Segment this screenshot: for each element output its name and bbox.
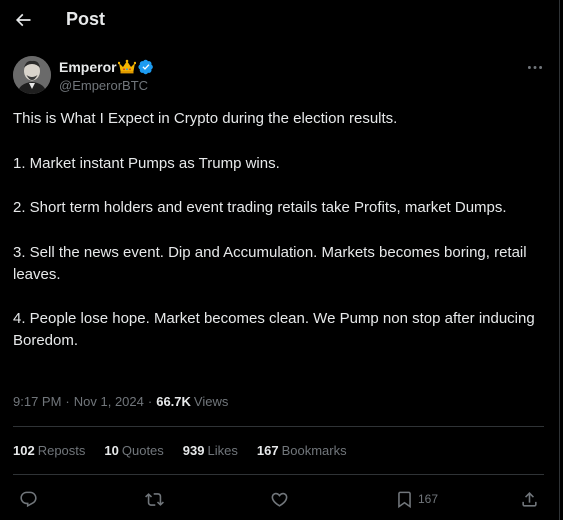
likes-label: Likes [207,443,238,458]
views-count: 66.7K [156,394,191,409]
repost-button[interactable] [145,486,164,512]
post-header: Post [0,0,559,42]
arrow-left-icon [15,13,31,27]
author-display-name[interactable]: Emperor [59,59,117,75]
avatar[interactable] [13,56,51,94]
meta-separator: · [65,394,70,409]
tweet-paragraph: 1. Market instant Pumps as Trump wins. [13,154,280,172]
tweet-date[interactable]: Nov 1, 2024 [74,394,144,409]
tweet-paragraph: This is What I Expect in Crypto during t… [13,110,398,127]
tweet-paragraph: 3. Sell the news event. Dip and Accumula… [13,243,527,283]
like-button[interactable] [270,486,289,512]
divider [13,426,544,427]
tweet-time[interactable]: 9:17 PM [13,394,61,409]
reply-button[interactable] [19,486,38,512]
reposts-stat[interactable]: 102 Reposts [13,443,85,458]
avatar-image [13,56,51,94]
crown-icon [117,59,136,74]
back-button[interactable] [13,10,33,30]
share-icon [522,491,537,507]
reposts-count: 102 [13,443,35,458]
bookmarks-stat[interactable]: 167 Bookmarks [257,443,347,458]
likes-stat[interactable]: 939 Likes [183,443,238,458]
bookmarks-label: Bookmarks [281,443,347,458]
more-horizontal-icon [527,65,543,69]
heart-icon [271,492,288,507]
bookmark-button[interactable]: 167 [395,486,438,512]
likes-count: 939 [182,443,205,458]
tweet-paragraph: 4. People lose hope. Market becomes clea… [13,310,535,349]
retweet-icon [145,492,164,506]
author-name-row: Emperor [59,58,154,75]
meta-separator: · [147,394,153,409]
tweet-paragraph: 2. Short term holders and event trading … [13,199,507,216]
author-handle[interactable]: @EmperorBTC [59,78,148,93]
tweet-meta: 9:17 PM · Nov 1, 2024 · 66.7K Views [13,394,228,409]
bookmark-icon [398,491,411,508]
tweet-text: This is What I Expect in Crypto during t… [13,108,543,375]
page-title: Post [66,9,106,29]
action-bar: 167 [0,486,559,512]
divider [13,474,544,475]
quotes-count: 10 [104,443,119,458]
bookmark-count: 167 [418,492,439,506]
reposts-label: Reposts [37,443,86,458]
views-label: Views [193,394,229,409]
share-button[interactable] [520,486,539,512]
column-border [559,0,560,520]
more-options-button[interactable] [525,58,545,76]
quotes-label: Quotes [121,443,164,458]
quotes-stat[interactable]: 10 Quotes [104,443,163,458]
post-page: Post Emperor @EmperorBTC This is What I … [0,0,563,520]
bookmarks-count: 167 [256,443,279,458]
reply-icon [20,491,37,507]
verified-badge-icon[interactable] [138,59,154,75]
engagement-stats: 102 Reposts 10 Quotes 939 Likes 167 Bookmark… [13,443,366,458]
